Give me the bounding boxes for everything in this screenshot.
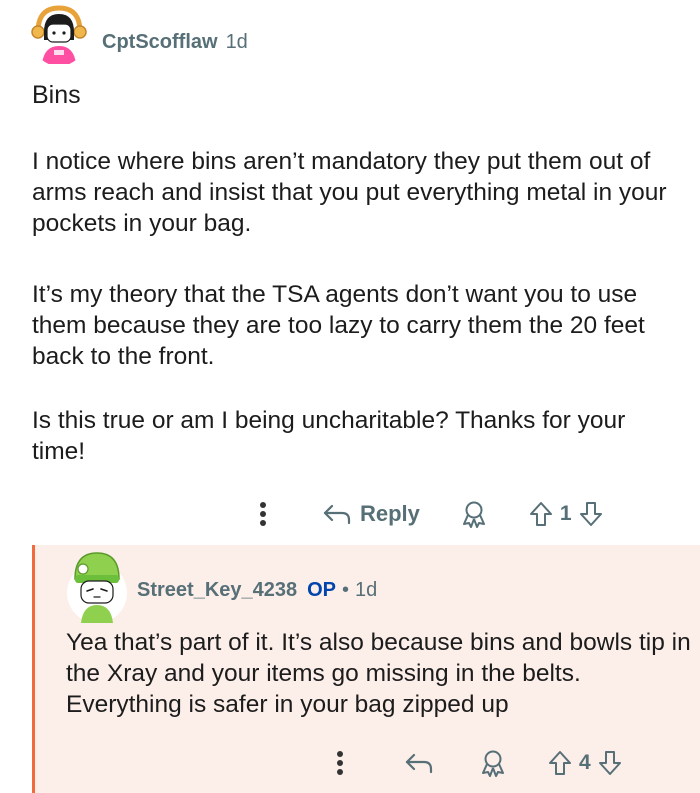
- more-dots-icon: [337, 751, 343, 775]
- comment-paragraph: I notice where bins aren’t mandatory the…: [32, 148, 667, 237]
- user-avatar-icon: [31, 5, 87, 64]
- reply-arrow-icon: [323, 504, 351, 525]
- reply-body-text: Yea that’s part of it. It’s also because…: [66, 629, 691, 718]
- comment-time: 1d: [225, 31, 248, 53]
- comment-meta: CptScofflaw 1d: [102, 31, 248, 54]
- more-options-button[interactable]: [325, 743, 355, 783]
- downvote-icon[interactable]: [578, 500, 604, 528]
- upvote-icon[interactable]: [528, 500, 554, 528]
- reply-comment: Street_Key_4238 OP • 1d Yea that’s part …: [32, 545, 700, 793]
- more-options-button[interactable]: [248, 494, 278, 534]
- comment-actions: 4: [325, 743, 623, 783]
- reply-arrow-icon: [405, 753, 433, 774]
- comment-meta: Street_Key_4238 OP • 1d: [137, 579, 377, 602]
- reply-button[interactable]: Reply: [322, 501, 420, 527]
- downvote-icon[interactable]: [597, 749, 623, 777]
- op-badge: OP: [307, 579, 337, 601]
- reply-button[interactable]: [399, 743, 439, 783]
- user-avatar-icon: [67, 552, 127, 623]
- avatar[interactable]: [30, 2, 88, 66]
- award-button[interactable]: [456, 494, 492, 534]
- comment-time: 1d: [355, 579, 378, 601]
- award-button[interactable]: [475, 743, 511, 783]
- comment-title: Bins: [32, 81, 81, 109]
- avatar[interactable]: [65, 545, 129, 625]
- vote-controls: 4: [547, 749, 623, 777]
- author-name[interactable]: CptScofflaw: [102, 31, 218, 54]
- reply-label: Reply: [360, 501, 420, 526]
- vote-controls: 1: [528, 500, 604, 528]
- award-icon: [482, 750, 504, 777]
- meta-separator: •: [342, 579, 350, 601]
- award-icon: [462, 501, 485, 528]
- comment-actions: Reply 1: [248, 494, 604, 534]
- author-name[interactable]: Street_Key_4238: [137, 579, 297, 602]
- vote-count: 1: [559, 502, 572, 525]
- more-dots-icon: [260, 502, 266, 526]
- comment-paragraph: It’s my theory that the TSA agents don’t…: [32, 281, 645, 370]
- comment-thread: CptScofflaw 1d Bins I notice where bins …: [0, 0, 700, 793]
- upvote-icon[interactable]: [547, 749, 573, 777]
- vote-count: 4: [579, 751, 591, 774]
- comment-paragraph: Is this true or am I being uncharitable?…: [32, 407, 626, 465]
